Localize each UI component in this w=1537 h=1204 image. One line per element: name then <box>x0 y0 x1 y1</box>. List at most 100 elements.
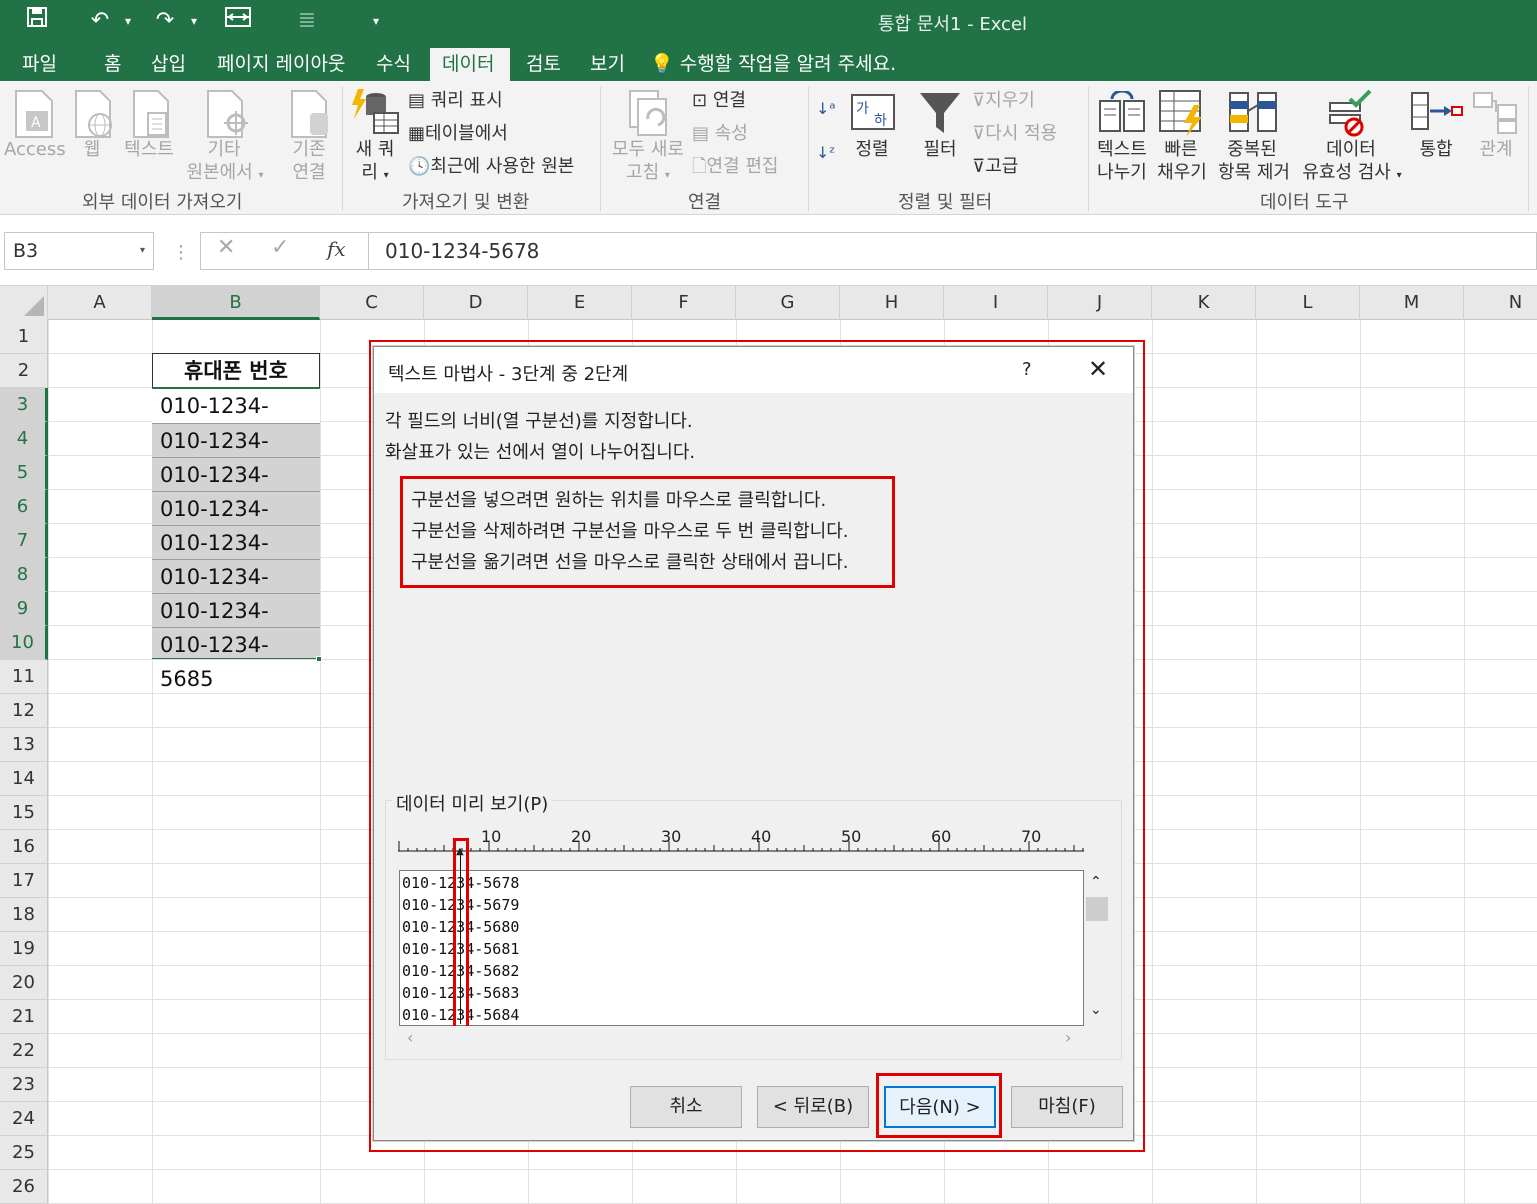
row-header[interactable]: 25 <box>0 1136 48 1170</box>
preview-vertical-scrollbar[interactable]: ⌃ ⌄ <box>1084 870 1110 1026</box>
access-button[interactable]: Access <box>4 138 66 162</box>
cancel-entry-icon[interactable]: ✕ <box>217 235 235 260</box>
row-header[interactable]: 15 <box>0 796 48 830</box>
text-button[interactable]: 텍스트 <box>120 138 178 162</box>
help-button[interactable]: ? <box>1022 359 1032 380</box>
column-header-d[interactable]: D <box>424 286 528 320</box>
sort-descending-icon[interactable]: ↓ᶻ <box>816 141 835 165</box>
data-validation-label1[interactable]: 데이터 <box>1322 138 1380 162</box>
other-sources-label1[interactable]: 기타 <box>200 138 248 162</box>
row-header[interactable]: 1 <box>0 320 48 354</box>
sort-ascending-icon[interactable]: ↓ᵃ <box>816 97 836 121</box>
reapply-button[interactable]: ⊽다시 적용 <box>972 122 1057 146</box>
other-sources-label2[interactable]: 원본에서 ▾ <box>180 161 270 188</box>
web-button[interactable]: 웹 <box>72 138 112 162</box>
tab-file[interactable]: 파일 <box>10 48 69 81</box>
row-header[interactable]: 3 <box>0 388 48 422</box>
remove-duplicates-label1[interactable]: 중복된 <box>1222 138 1282 162</box>
row-header[interactable]: 26 <box>0 1170 48 1204</box>
row-header[interactable]: 2 <box>0 354 48 388</box>
next-button[interactable]: 다음(N) > <box>884 1086 996 1128</box>
cell-b8[interactable]: 010-1234-5683 <box>152 559 320 623</box>
properties-button[interactable]: ▤ 속성 <box>692 122 748 146</box>
filter-button[interactable]: 필터 <box>918 138 962 162</box>
from-table-button[interactable]: ▦테이블에서 <box>408 122 508 146</box>
undo-dropdown-icon[interactable]: ▾ <box>120 6 136 36</box>
tab-view[interactable]: 보기 <box>578 48 637 81</box>
formula-input[interactable]: 010-1234-5678 <box>368 232 1537 270</box>
scroll-down-icon[interactable]: ⌄ <box>1090 1002 1102 1018</box>
clear-filter-button[interactable]: ⊽지우기 <box>972 89 1035 113</box>
row-header[interactable]: 10 <box>0 626 48 660</box>
refresh-all-label2[interactable]: 고침 ▾ <box>618 161 678 188</box>
row-header[interactable]: 12 <box>0 694 48 728</box>
finish-button[interactable]: 마침(F) <box>1011 1086 1123 1128</box>
new-query-label2[interactable]: 리 ▾ <box>352 161 398 188</box>
flash-fill-label1[interactable]: 빠른 <box>1156 138 1206 162</box>
cell-b10[interactable]: 010-1234-5685 <box>152 627 320 691</box>
cell-b7[interactable]: 010-1234-5682 <box>152 525 320 589</box>
column-header-c[interactable]: C <box>320 286 424 320</box>
tab-formulas[interactable]: 수식 <box>364 48 423 81</box>
relationships-button[interactable]: 관계 <box>1474 138 1518 162</box>
row-header[interactable]: 5 <box>0 456 48 490</box>
tab-home[interactable]: 홈 <box>92 48 133 81</box>
row-header[interactable]: 4 <box>0 422 48 456</box>
fill-handle[interactable] <box>316 656 322 662</box>
column-header-h[interactable]: H <box>840 286 944 320</box>
show-queries-button[interactable]: ▤ 쿼리 표시 <box>408 89 503 113</box>
row-header[interactable]: 6 <box>0 490 48 524</box>
row-header[interactable]: 16 <box>0 830 48 864</box>
save-icon[interactable] <box>22 6 52 36</box>
column-header-g[interactable]: G <box>736 286 840 320</box>
data-preview[interactable]: 010-1234-5678010-1234-5679010-1234-56800… <box>399 870 1084 1026</box>
close-icon[interactable]: ✕ <box>1088 355 1108 383</box>
row-header[interactable]: 14 <box>0 762 48 796</box>
column-header-e[interactable]: E <box>528 286 632 320</box>
column-header-b[interactable]: B <box>152 286 320 320</box>
scroll-right-icon[interactable]: › <box>1065 1028 1071 1047</box>
sort-button[interactable]: 정렬 <box>852 138 892 162</box>
column-header-i[interactable]: I <box>944 286 1048 320</box>
header-cell-b2[interactable]: 휴대폰 번호 <box>152 353 320 387</box>
column-header-k[interactable]: K <box>1152 286 1256 320</box>
row-header[interactable]: 21 <box>0 1000 48 1034</box>
preview-horizontal-scrollbar[interactable]: ‹ › <box>399 1026 1084 1052</box>
row-header[interactable]: 9 <box>0 592 48 626</box>
new-query-label1[interactable]: 새 쿼 <box>352 138 398 162</box>
recent-sources-button[interactable]: 🕓최근에 사용한 원본 <box>408 155 574 179</box>
connections-button[interactable]: ⊡ 연결 <box>692 89 746 113</box>
name-box[interactable]: B3 ▾ <box>4 232 154 270</box>
edit-links-button[interactable]: 🗋연결 편집 <box>692 155 778 179</box>
undo-icon[interactable]: ↶ <box>85 6 115 36</box>
row-header[interactable]: 11 <box>0 660 48 694</box>
tab-page-layout[interactable]: 페이지 레이아웃 <box>205 48 357 81</box>
tab-review[interactable]: 검토 <box>514 48 573 81</box>
row-header[interactable]: 20 <box>0 966 48 1000</box>
row-header[interactable]: 24 <box>0 1102 48 1136</box>
column-ruler[interactable]: 10 20 30 40 50 60 70 <box>398 825 1088 855</box>
row-header[interactable]: 18 <box>0 898 48 932</box>
column-header-f[interactable]: F <box>632 286 736 320</box>
back-button[interactable]: < 뒤로(B) <box>757 1086 869 1128</box>
cancel-button[interactable]: 취소 <box>630 1086 742 1128</box>
customize-quick-access-icon[interactable]: ▾ <box>366 6 386 36</box>
tell-me-box[interactable]: 💡 수행할 작업을 알려 주세요. <box>650 48 896 81</box>
column-header-n[interactable]: N <box>1464 286 1537 320</box>
redo-dropdown-icon[interactable]: ▾ <box>186 6 202 36</box>
consolidate-button[interactable]: 통합 <box>1414 138 1458 162</box>
redo-icon[interactable]: ↷ <box>150 6 180 36</box>
text-to-columns-label2[interactable]: 나누기 <box>1094 161 1150 185</box>
row-header[interactable]: 23 <box>0 1068 48 1102</box>
row-header[interactable]: 13 <box>0 728 48 762</box>
scroll-thumb[interactable] <box>1086 897 1108 921</box>
tab-data[interactable]: 데이터 <box>430 48 510 81</box>
insert-function-icon[interactable]: fx <box>327 237 346 261</box>
cell-b6[interactable]: 010-1234-5681 <box>152 491 320 555</box>
column-header-a[interactable]: A <box>48 286 152 320</box>
column-header-l[interactable]: L <box>1256 286 1360 320</box>
row-header[interactable]: 8 <box>0 558 48 592</box>
text-to-columns-quick-icon[interactable] <box>222 6 254 36</box>
row-header[interactable]: 19 <box>0 932 48 966</box>
data-validation-label2[interactable]: 유효성 검사 ▾ <box>1296 161 1408 188</box>
